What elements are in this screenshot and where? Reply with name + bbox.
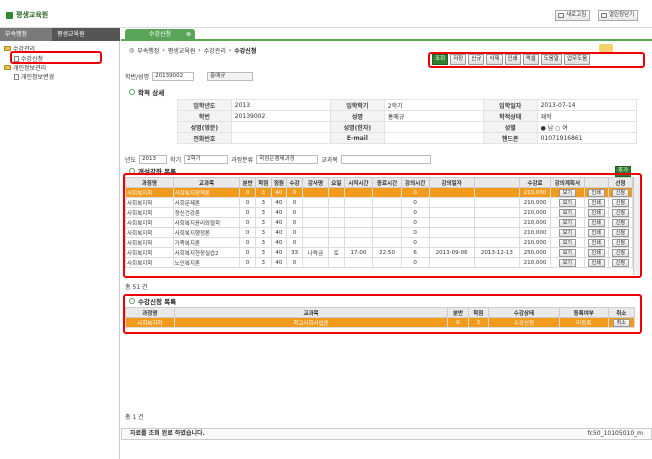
entry-date-field[interactable]: 2013-07-14 — [536, 99, 638, 111]
name-hanja-field[interactable] — [383, 121, 484, 133]
course-count: 총 51 건 — [125, 284, 148, 291]
sidebar-tab-affiliate-admin[interactable]: 부속행정 — [0, 28, 52, 41]
entry-term-select[interactable]: 2학기 — [383, 99, 484, 111]
folder-icon — [4, 46, 11, 51]
bullet-icon — [129, 89, 135, 95]
detail-row: 학번 20139002 성명 홍예규 학적상태 재학 — [177, 110, 638, 122]
detail-row: 입학년도 2013 입학학기 2학기 입학일자 2013-07-14 — [177, 99, 638, 111]
tree-item-personal-info-change[interactable]: 개인정보변경 — [14, 72, 54, 81]
term-label: 학기 — [170, 157, 182, 164]
detail-label: 성명(영문) — [177, 121, 232, 133]
breadcrumb: ◎ 부속행정 › 평생교육원 › 수강관리 › 수강신청 — [129, 46, 256, 55]
student-search-label: 학번/성명 — [125, 73, 150, 81]
year-field[interactable]: 2013 — [139, 155, 168, 164]
email-field[interactable] — [383, 132, 484, 144]
detail-label: E-mail — [330, 132, 385, 144]
name-value: 홍예규 — [383, 110, 484, 122]
detail-row: 전화번호 E-mail 핸드폰 01071916861 — [177, 132, 638, 144]
app-title-text: 평생교육원 — [16, 11, 49, 19]
detail-label: 입학일자 — [482, 99, 538, 111]
detail-label: 입학학기 — [330, 99, 385, 111]
subject-field[interactable] — [340, 155, 431, 164]
breadcrumb-current: 수강신청 — [234, 48, 257, 55]
tab-label: 수강신청 — [148, 31, 172, 38]
student-id-field[interactable]: 20139002 — [152, 71, 195, 81]
detail-label: 핸드폰 — [482, 132, 538, 144]
student-name-field: 홍예규 — [207, 71, 254, 81]
detail-title-text: 학적 상세 — [138, 89, 165, 97]
status-bar: 자료를 조회 완료 하였습니다. fc50_10105010_m — [121, 428, 652, 440]
phone-field[interactable] — [230, 132, 332, 144]
window-icon — [601, 13, 607, 18]
student-id-value: 20139002 — [230, 110, 332, 122]
term-select[interactable]: 2학기 — [184, 155, 229, 164]
tree-label: 개인정보변경 — [21, 74, 55, 81]
mobile-field[interactable]: 01071916861 — [536, 132, 638, 144]
close-all-label: 열린창닫기 — [609, 12, 635, 18]
close-tab-icon[interactable]: ⊗ — [186, 29, 191, 41]
status-message: 자료를 조회 완료 하였습니다. — [130, 430, 205, 437]
sidebar-tabs: 부속행정 평생교육원 — [0, 28, 120, 41]
category-label: 과정분류 — [231, 157, 254, 164]
applied-count: 총 1 건 — [125, 414, 144, 421]
category-select[interactable]: 학점은행제과정 — [256, 155, 319, 164]
content-tab-bar: 수강신청 ⊗ — [121, 28, 652, 41]
detail-row: 성명(영문) 성명(한자) 성별 ● 남 ○ 여 — [177, 121, 638, 133]
breadcrumb-sep: › — [162, 47, 165, 54]
main-panel: ◎ 부속행정 › 평생교육원 › 수강관리 › 수강신청 조회 저장 신규 삭제… — [121, 42, 652, 459]
year-label: 년도 — [125, 157, 137, 164]
highlight-box — [123, 173, 642, 278]
detail-label: 성명(한자) — [330, 121, 385, 133]
breadcrumb-item: 평생교육원 — [167, 48, 196, 55]
folder-icon — [4, 65, 11, 70]
highlight-box — [123, 294, 642, 334]
logo-icon — [599, 44, 613, 52]
entry-year-value: 2013 — [230, 99, 332, 111]
tab-course-apply[interactable]: 수강신청 ⊗ — [125, 29, 195, 41]
detail-label: 전화번호 — [177, 132, 232, 144]
detail-label: 학적상태 — [482, 110, 538, 122]
home-icon — [6, 11, 13, 19]
screen-id: fc50_10105010_m — [587, 430, 643, 437]
breadcrumb-icon: ◎ — [129, 47, 135, 54]
top-bar: 평생교육원 새로고침 열린창닫기 — [0, 0, 652, 28]
detail-label: 입학년도 — [177, 99, 232, 111]
filter-row: 년도 2013 학기 2학기 과정분류 학점은행제과정 교과목 — [125, 154, 645, 165]
subject-label: 교과목 — [321, 157, 338, 164]
detail-label: 학번 — [177, 110, 232, 122]
sidebar-tab-lifelong-edu[interactable]: 평생교육원 — [52, 28, 120, 41]
tree-label: 개인정보관리 — [13, 65, 47, 72]
breadcrumb-item: 부속행정 — [137, 48, 160, 55]
app-title: 평생교육원 — [6, 10, 48, 20]
tree-folder-personal-info[interactable]: 개인정보관리 — [4, 63, 46, 72]
status-select[interactable]: 재학 — [536, 110, 638, 122]
detail-table: 입학년도 2013 입학학기 2학기 입학일자 2013-07-14 학번 20… — [177, 99, 638, 144]
highlight-box — [428, 52, 645, 68]
detail-section-title: 학적 상세 — [129, 87, 164, 97]
detail-label: 성별 — [482, 121, 538, 133]
breadcrumb-item: 수강관리 — [203, 48, 226, 55]
breadcrumb-sep: › — [198, 47, 201, 54]
breadcrumb-sep: › — [228, 47, 232, 54]
detail-label: 성명 — [330, 110, 385, 122]
refresh-icon — [558, 13, 564, 18]
refresh-button[interactable]: 새로고침 — [555, 10, 591, 21]
name-english-field[interactable] — [230, 121, 332, 133]
close-all-windows-button[interactable]: 열린창닫기 — [598, 10, 639, 21]
refresh-label: 새로고침 — [566, 12, 587, 18]
student-search-row: 학번/성명 20139002 홍예규 — [125, 71, 254, 81]
gender-radio[interactable]: ● 남 ○ 여 — [536, 121, 638, 133]
sidebar: 수강관리 수강신청 개인정보관리 개인정보변경 — [0, 41, 120, 459]
document-icon — [14, 73, 19, 80]
